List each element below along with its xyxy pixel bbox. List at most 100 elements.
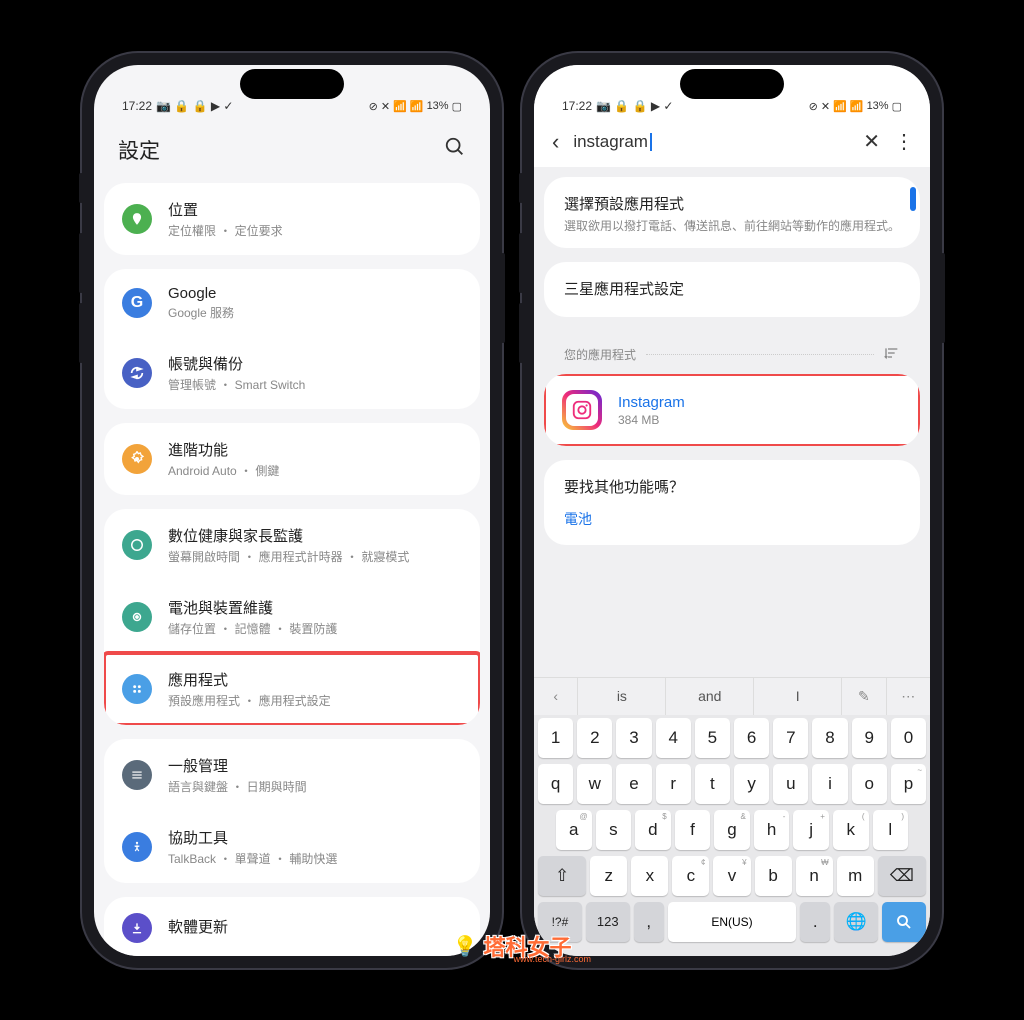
item-title: 數位健康與家長監護: [168, 525, 462, 546]
suggestion-word[interactable]: and: [666, 678, 754, 715]
settings-item-advanced[interactable]: 進階功能 Android Auto ・ 側鍵: [104, 423, 480, 495]
status-icons-right: ⊘ ✕ 📶 📶: [809, 100, 864, 113]
key-numbers[interactable]: 123: [586, 902, 630, 942]
settings-item-battery[interactable]: 電池與裝置維護儲存位置 ・ 記憶體 ・ 裝置防護: [104, 581, 480, 653]
key-j[interactable]: j+: [793, 810, 829, 850]
key-space[interactable]: EN(US): [668, 902, 796, 942]
settings-item-accounts[interactable]: 帳號與備份管理帳號 ・ Smart Switch: [104, 337, 480, 409]
key-4[interactable]: 4: [656, 718, 691, 758]
settings-card-1: 位置定位權限 ・ 定位要求: [104, 183, 480, 255]
more-icon[interactable]: ⋮: [894, 129, 912, 154]
key-backspace[interactable]: ⌫: [878, 856, 926, 896]
app-result-card: Instagram384 MB: [544, 374, 920, 446]
suggestion-word[interactable]: is: [578, 678, 666, 715]
key-y[interactable]: y: [734, 764, 769, 804]
settings-item-update[interactable]: 軟體更新: [104, 897, 480, 956]
item-title: 軟體更新: [168, 916, 462, 937]
key-a[interactable]: a@: [556, 810, 592, 850]
key-shift[interactable]: ⇧: [538, 856, 586, 896]
settings-item-accessibility[interactable]: 協助工具 TalkBack ・ 單聲道 ・ 輔助快選: [104, 811, 480, 883]
search-input[interactable]: instagram: [573, 132, 849, 152]
suggestion-prev-icon[interactable]: ‹: [534, 678, 578, 715]
key-q[interactable]: q: [538, 764, 573, 804]
volume-up-button: [519, 233, 523, 293]
key-h[interactable]: h-: [754, 810, 790, 850]
clear-icon[interactable]: ✕: [863, 129, 880, 154]
settings-item-apps[interactable]: 應用程式預設應用程式 ・ 應用程式設定: [104, 653, 480, 725]
key-c[interactable]: c¢: [672, 856, 709, 896]
settings-card-4: 數位健康與家長監護螢幕開啟時間 ・ 應用程式計時器 ・ 就寢模式 電池與裝置維護…: [104, 509, 480, 725]
settings-item-general[interactable]: 一般管理語言與鍵盤 ・ 日期與時間: [104, 739, 480, 811]
key-search[interactable]: [882, 902, 926, 942]
back-icon[interactable]: ‹: [552, 129, 559, 155]
key-k[interactable]: k(: [833, 810, 869, 850]
settings-header: 設定: [94, 117, 490, 183]
key-t[interactable]: t: [695, 764, 730, 804]
settings-item-location[interactable]: 位置定位權限 ・ 定位要求: [104, 183, 480, 255]
key-globe[interactable]: 🌐: [834, 902, 878, 942]
key-b[interactable]: b: [755, 856, 792, 896]
key-i[interactable]: i: [812, 764, 847, 804]
key-r[interactable]: r: [656, 764, 691, 804]
key-l[interactable]: l): [873, 810, 909, 850]
item-title: Google: [168, 285, 462, 302]
key-w[interactable]: w: [577, 764, 612, 804]
key-u[interactable]: u: [773, 764, 808, 804]
key-m[interactable]: m: [837, 856, 874, 896]
power-button: [941, 253, 945, 343]
key-6[interactable]: 6: [734, 718, 769, 758]
sort-icon[interactable]: [884, 345, 900, 364]
key-f[interactable]: f: [675, 810, 711, 850]
wellbeing-icon: [122, 530, 152, 560]
key-5[interactable]: 5: [695, 718, 730, 758]
key-z[interactable]: z: [590, 856, 627, 896]
key-3[interactable]: 3: [616, 718, 651, 758]
app-instagram[interactable]: Instagram384 MB: [544, 374, 920, 446]
default-app-card[interactable]: 選擇預設應用程式 選取欲用以撥打電話、傳送訊息、前往網站等動作的應用程式。: [544, 177, 920, 249]
samsung-app-card[interactable]: 三星應用程式設定: [544, 262, 920, 317]
notch: [240, 69, 344, 99]
key-v[interactable]: v¥: [713, 856, 750, 896]
key-p[interactable]: p~: [891, 764, 926, 804]
suggestion-edit-icon[interactable]: ✎: [842, 678, 886, 715]
update-icon: [122, 913, 152, 943]
key-2[interactable]: 2: [577, 718, 612, 758]
settings-item-google[interactable]: G Google Google 服務: [104, 269, 480, 337]
suggestion-bar: ‹ is and I ✎ ⋯: [534, 677, 930, 715]
key-n[interactable]: n₩: [796, 856, 833, 896]
key-comma[interactable]: ,: [634, 902, 664, 942]
item-sub: 定位權限 ・ 定位要求: [168, 222, 462, 239]
key-7[interactable]: 7: [773, 718, 808, 758]
phone-right: 17:22 📷 🔒 🔒 ▶ ✓ ⊘ ✕ 📶 📶 13% ▢ ‹ instagra…: [522, 53, 942, 968]
volume-up-button: [79, 233, 83, 293]
other-link-battery[interactable]: 電池: [564, 509, 900, 529]
key-9[interactable]: 9: [852, 718, 887, 758]
key-8[interactable]: 8: [812, 718, 847, 758]
mute-switch: [519, 173, 523, 203]
item-sub: TalkBack ・ 單聲道 ・ 輔助快選: [168, 850, 462, 867]
item-sub: Google 服務: [168, 304, 462, 321]
key-0[interactable]: 0: [891, 718, 926, 758]
scroll-indicator[interactable]: [910, 187, 916, 211]
item-sub: 儲存位置 ・ 記憶體 ・ 裝置防護: [168, 620, 462, 637]
key-dot[interactable]: .: [800, 902, 830, 942]
key-o[interactable]: o: [852, 764, 887, 804]
notch: [680, 69, 784, 99]
section-title: 選擇預設應用程式: [564, 193, 900, 214]
suggestion-word[interactable]: I: [754, 678, 842, 715]
instagram-icon: [562, 390, 602, 430]
key-g[interactable]: g&: [714, 810, 750, 850]
item-title: 協助工具: [168, 827, 462, 848]
search-icon[interactable]: [444, 136, 466, 163]
settings-item-wellbeing[interactable]: 數位健康與家長監護螢幕開啟時間 ・ 應用程式計時器 ・ 就寢模式: [104, 509, 480, 581]
key-e[interactable]: e: [616, 764, 651, 804]
suggestion-more-icon[interactable]: ⋯: [887, 678, 930, 715]
google-icon: G: [122, 288, 152, 318]
item-sub: Android Auto ・ 側鍵: [168, 462, 462, 479]
key-s[interactable]: s: [596, 810, 632, 850]
key-d[interactable]: d$: [635, 810, 671, 850]
item-title: 進階功能: [168, 439, 462, 460]
key-1[interactable]: 1: [538, 718, 573, 758]
key-x[interactable]: x: [631, 856, 668, 896]
other-features-card: 要找其他功能嗎？ 電池: [544, 460, 920, 545]
